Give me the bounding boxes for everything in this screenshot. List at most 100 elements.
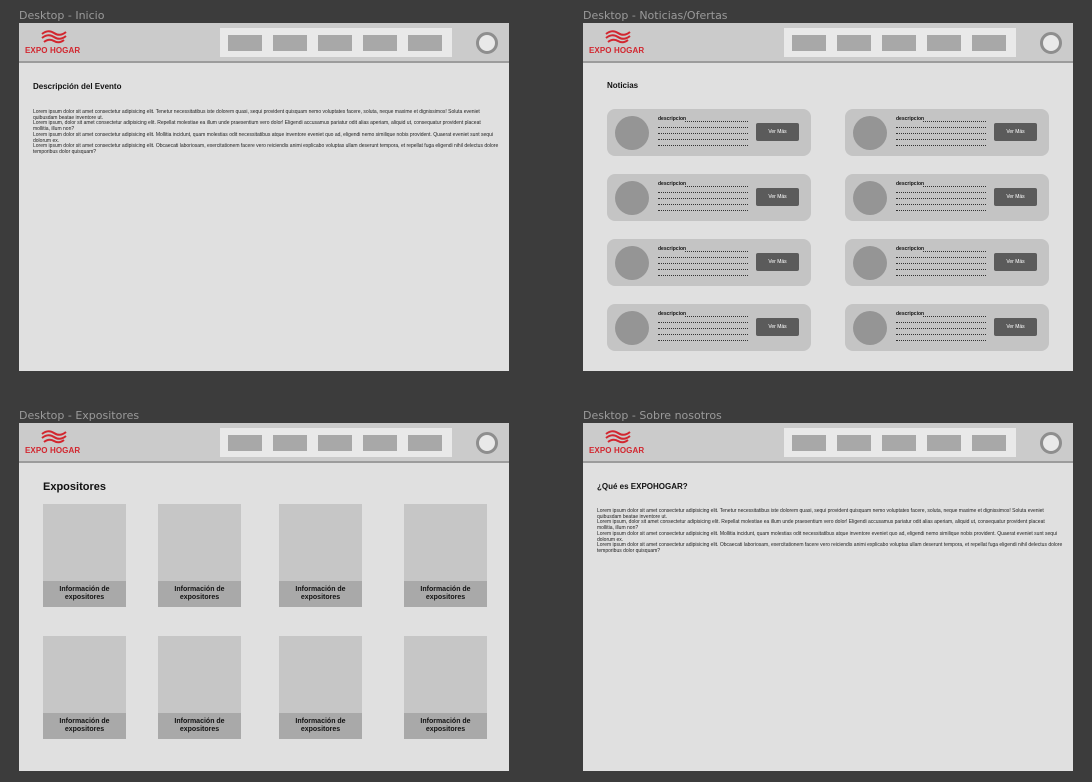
text-line [896,263,986,264]
nav-item[interactable] [363,35,397,51]
nav-item[interactable] [273,35,307,51]
text-line [658,269,748,270]
page-title: ¿Qué es EXPOHOGAR? [597,482,688,491]
nav-item[interactable] [363,435,397,451]
frame-label-inicio: Desktop - Inicio [19,9,105,22]
ver-mas-button[interactable]: Ver Más [994,318,1037,336]
site-header: EXPO HOGAR [19,423,509,463]
nav-item[interactable] [927,35,961,51]
frame-noticias: EXPO HOGAR Noticias descripcion Ver Más … [583,23,1073,371]
paragraph: Lorem ipsum dolor sit amet consectetur a… [597,542,1063,554]
nav-item[interactable] [792,35,826,51]
ver-mas-button[interactable]: Ver Más [756,318,799,336]
news-description: descripcion [896,311,925,317]
text-line [658,275,748,276]
exhibitor-info: Información de expositores [158,581,241,607]
avatar-circle-icon[interactable] [476,32,498,54]
nav-item[interactable] [408,435,442,451]
news-card: descripcion Ver Más [607,109,811,156]
avatar-circle-icon[interactable] [1040,32,1062,54]
text-line [658,263,748,264]
ver-mas-button[interactable]: Ver Más [994,188,1037,206]
nav-item[interactable] [882,435,916,451]
text-line [896,328,986,329]
brand-logo[interactable]: EXPO HOGAR [589,429,649,457]
text-line [658,328,748,329]
nav-item[interactable] [972,435,1006,451]
ver-mas-button[interactable]: Ver Más [756,188,799,206]
exhibitor-card[interactable]: Información de expositores [279,504,362,607]
nav-item[interactable] [273,435,307,451]
text-line [658,139,748,140]
news-card: descripcion Ver Más [845,239,1049,286]
exhibitor-card[interactable]: Información de expositores [158,504,241,607]
nav-item[interactable] [837,35,871,51]
text-line [923,186,986,187]
ver-mas-button[interactable]: Ver Más [994,123,1037,141]
exhibitor-card[interactable]: Información de expositores [404,636,487,739]
ver-mas-button[interactable]: Ver Más [756,253,799,271]
text-line [658,340,748,341]
exhibitor-card[interactable]: Información de expositores [404,504,487,607]
text-line [658,210,748,211]
text-line [896,127,986,128]
nav-bar [784,28,1016,57]
about-description: Lorem ipsum dolor sit amet consectetur a… [597,508,1063,555]
news-card: descripcion Ver Más [607,304,811,351]
nav-item[interactable] [408,35,442,51]
exhibitor-card[interactable]: Información de expositores [43,636,126,739]
nav-item[interactable] [318,35,352,51]
exhibitor-info: Información de expositores [43,581,126,607]
exhibitor-card[interactable]: Información de expositores [158,636,241,739]
frame-inicio: EXPO HOGAR Descripción del Evento Lorem … [19,23,509,371]
exhibitor-info: Información de expositores [404,713,487,739]
text-line [923,121,986,122]
text-line [658,322,748,323]
text-line [896,133,986,134]
avatar-circle-icon[interactable] [1040,432,1062,454]
site-header: EXPO HOGAR [583,423,1073,463]
logo-text: EXPO HOGAR [589,446,645,455]
exhibitor-card[interactable]: Información de expositores [279,636,362,739]
wave-logo-icon [41,430,67,444]
text-line [896,192,986,193]
nav-item[interactable] [927,435,961,451]
site-header: EXPO HOGAR [19,23,509,63]
ver-mas-button[interactable]: Ver Más [756,123,799,141]
page-title: Noticias [607,81,639,90]
brand-logo[interactable]: EXPO HOGAR [25,429,85,457]
nav-item[interactable] [228,35,262,51]
news-description: descripcion [896,116,925,122]
nav-item[interactable] [972,35,1006,51]
page-title: Descripción del Evento [33,82,122,91]
text-line [896,139,986,140]
news-card: descripcion Ver Más [845,304,1049,351]
nav-bar [220,28,452,57]
nav-item[interactable] [837,435,871,451]
text-line [685,186,748,187]
text-line [923,251,986,252]
text-line [685,316,748,317]
avatar-circle-icon[interactable] [476,432,498,454]
exhibitor-card[interactable]: Información de expositores [43,504,126,607]
news-description: descripcion [658,246,687,252]
text-line [658,192,748,193]
brand-logo[interactable]: EXPO HOGAR [589,29,649,57]
news-description: descripcion [658,311,687,317]
frame-sobre-nosotros: EXPO HOGAR ¿Qué es EXPOHOGAR? Lorem ipsu… [583,423,1073,771]
exhibitor-info: Información de expositores [158,713,241,739]
text-line [658,257,748,258]
text-line [896,210,986,211]
text-line [658,133,748,134]
brand-logo[interactable]: EXPO HOGAR [25,29,85,57]
nav-item[interactable] [792,435,826,451]
ver-mas-button[interactable]: Ver Más [994,253,1037,271]
nav-item[interactable] [882,35,916,51]
nav-bar [220,428,452,457]
nav-item[interactable] [318,435,352,451]
nav-item[interactable] [228,435,262,451]
page-title: Expositores [43,481,106,493]
text-line [896,204,986,205]
logo-text: EXPO HOGAR [25,46,81,55]
text-line [896,257,986,258]
